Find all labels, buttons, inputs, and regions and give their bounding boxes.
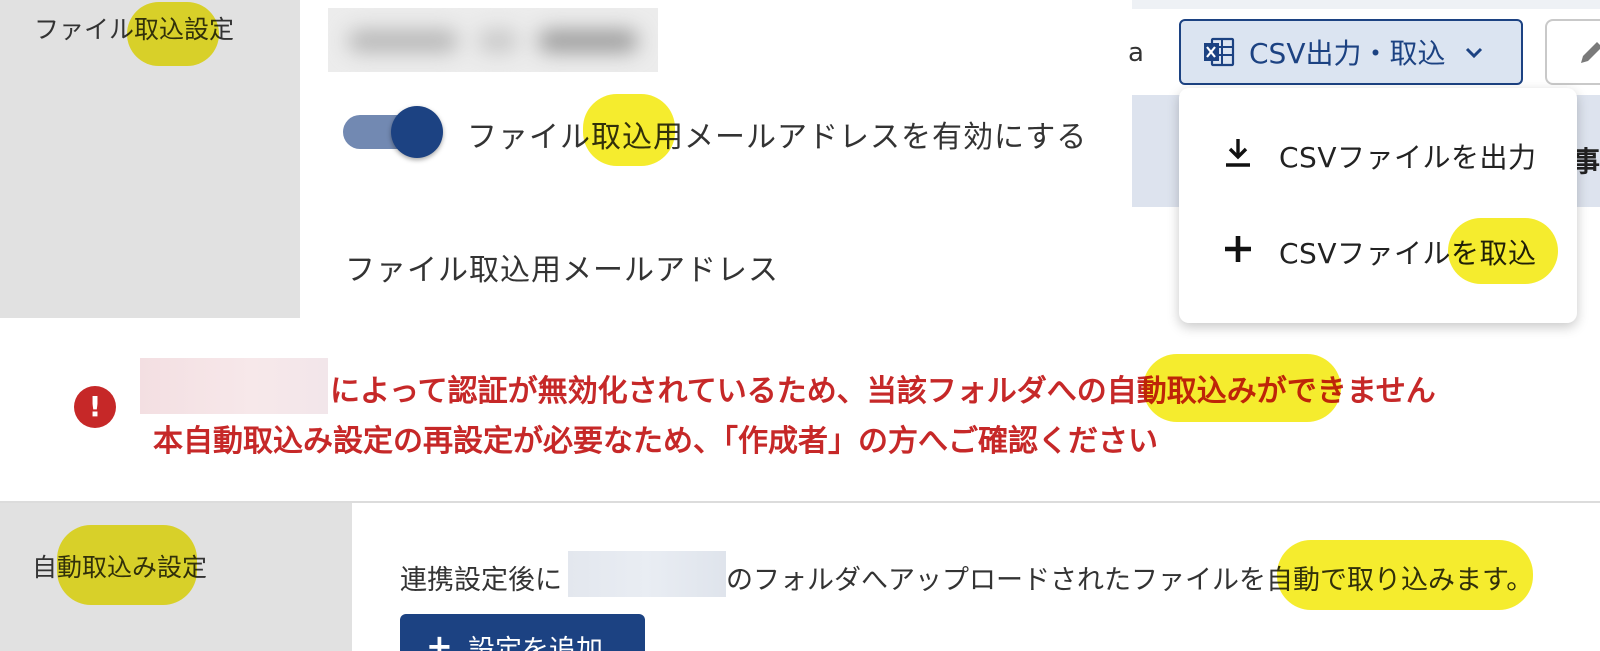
auto-import-section-label: 自動取込み設定 — [32, 553, 208, 582]
menu-item-import-csv[interactable]: CSVファイルを取込 — [1179, 208, 1577, 288]
add-setting-label: 設定を追加 — [468, 635, 603, 651]
add-setting-button[interactable]: + 設定を追加 — [400, 614, 645, 651]
csv-export-import-button[interactable]: CSV出力・取込 — [1179, 19, 1523, 85]
error-message-line1: によって認証が無効化されているため、当該フォルダへの自動取込みができません — [330, 374, 1436, 409]
pencil-icon — [1581, 42, 1600, 63]
toggle-knob — [391, 106, 443, 158]
plus-icon: + — [426, 627, 453, 651]
chevron-down-icon — [1466, 47, 1483, 59]
menu-item-label: CSVファイルを出力 — [1279, 141, 1537, 174]
auto-import-description-suffix: のフォルダへアップロードされたファイルを自動で取り込みます。 — [726, 565, 1534, 596]
redacted-text — [140, 358, 328, 414]
edit-button[interactable] — [1545, 19, 1600, 85]
menu-item-label: CSVファイルを取込 — [1279, 237, 1537, 270]
file-import-email-toggle[interactable] — [343, 106, 445, 158]
redacted-text — [568, 551, 726, 597]
exclamation-icon: ! — [74, 386, 116, 428]
plus-icon — [1225, 236, 1251, 262]
csv-dropdown-menu: CSVファイルを出力 CSVファイルを取込 — [1179, 88, 1577, 323]
download-icon — [1226, 139, 1250, 167]
file-import-section-label: ファイル取込設定 — [34, 15, 235, 44]
file-import-label-cell — [0, 0, 300, 318]
toggle-label: ファイル取込用メールアドレスを有効にする — [467, 120, 1088, 155]
search-text-fragment: a — [1128, 38, 1144, 68]
toolbar-background — [1132, 0, 1600, 9]
menu-item-export-csv[interactable]: CSVファイルを出力 — [1179, 112, 1577, 192]
excel-file-icon — [1204, 37, 1235, 67]
csv-button-label: CSV出力・取込 — [1249, 37, 1446, 70]
blurred-content — [328, 8, 658, 72]
file-import-email-label: ファイル取込用メールアドレス — [345, 253, 779, 288]
auto-import-description-prefix: 連携設定後に — [400, 565, 562, 596]
error-message-line2: 本自動取込み設定の再設定が必要なため、「作成者」の方へご確認ください — [153, 424, 1158, 459]
